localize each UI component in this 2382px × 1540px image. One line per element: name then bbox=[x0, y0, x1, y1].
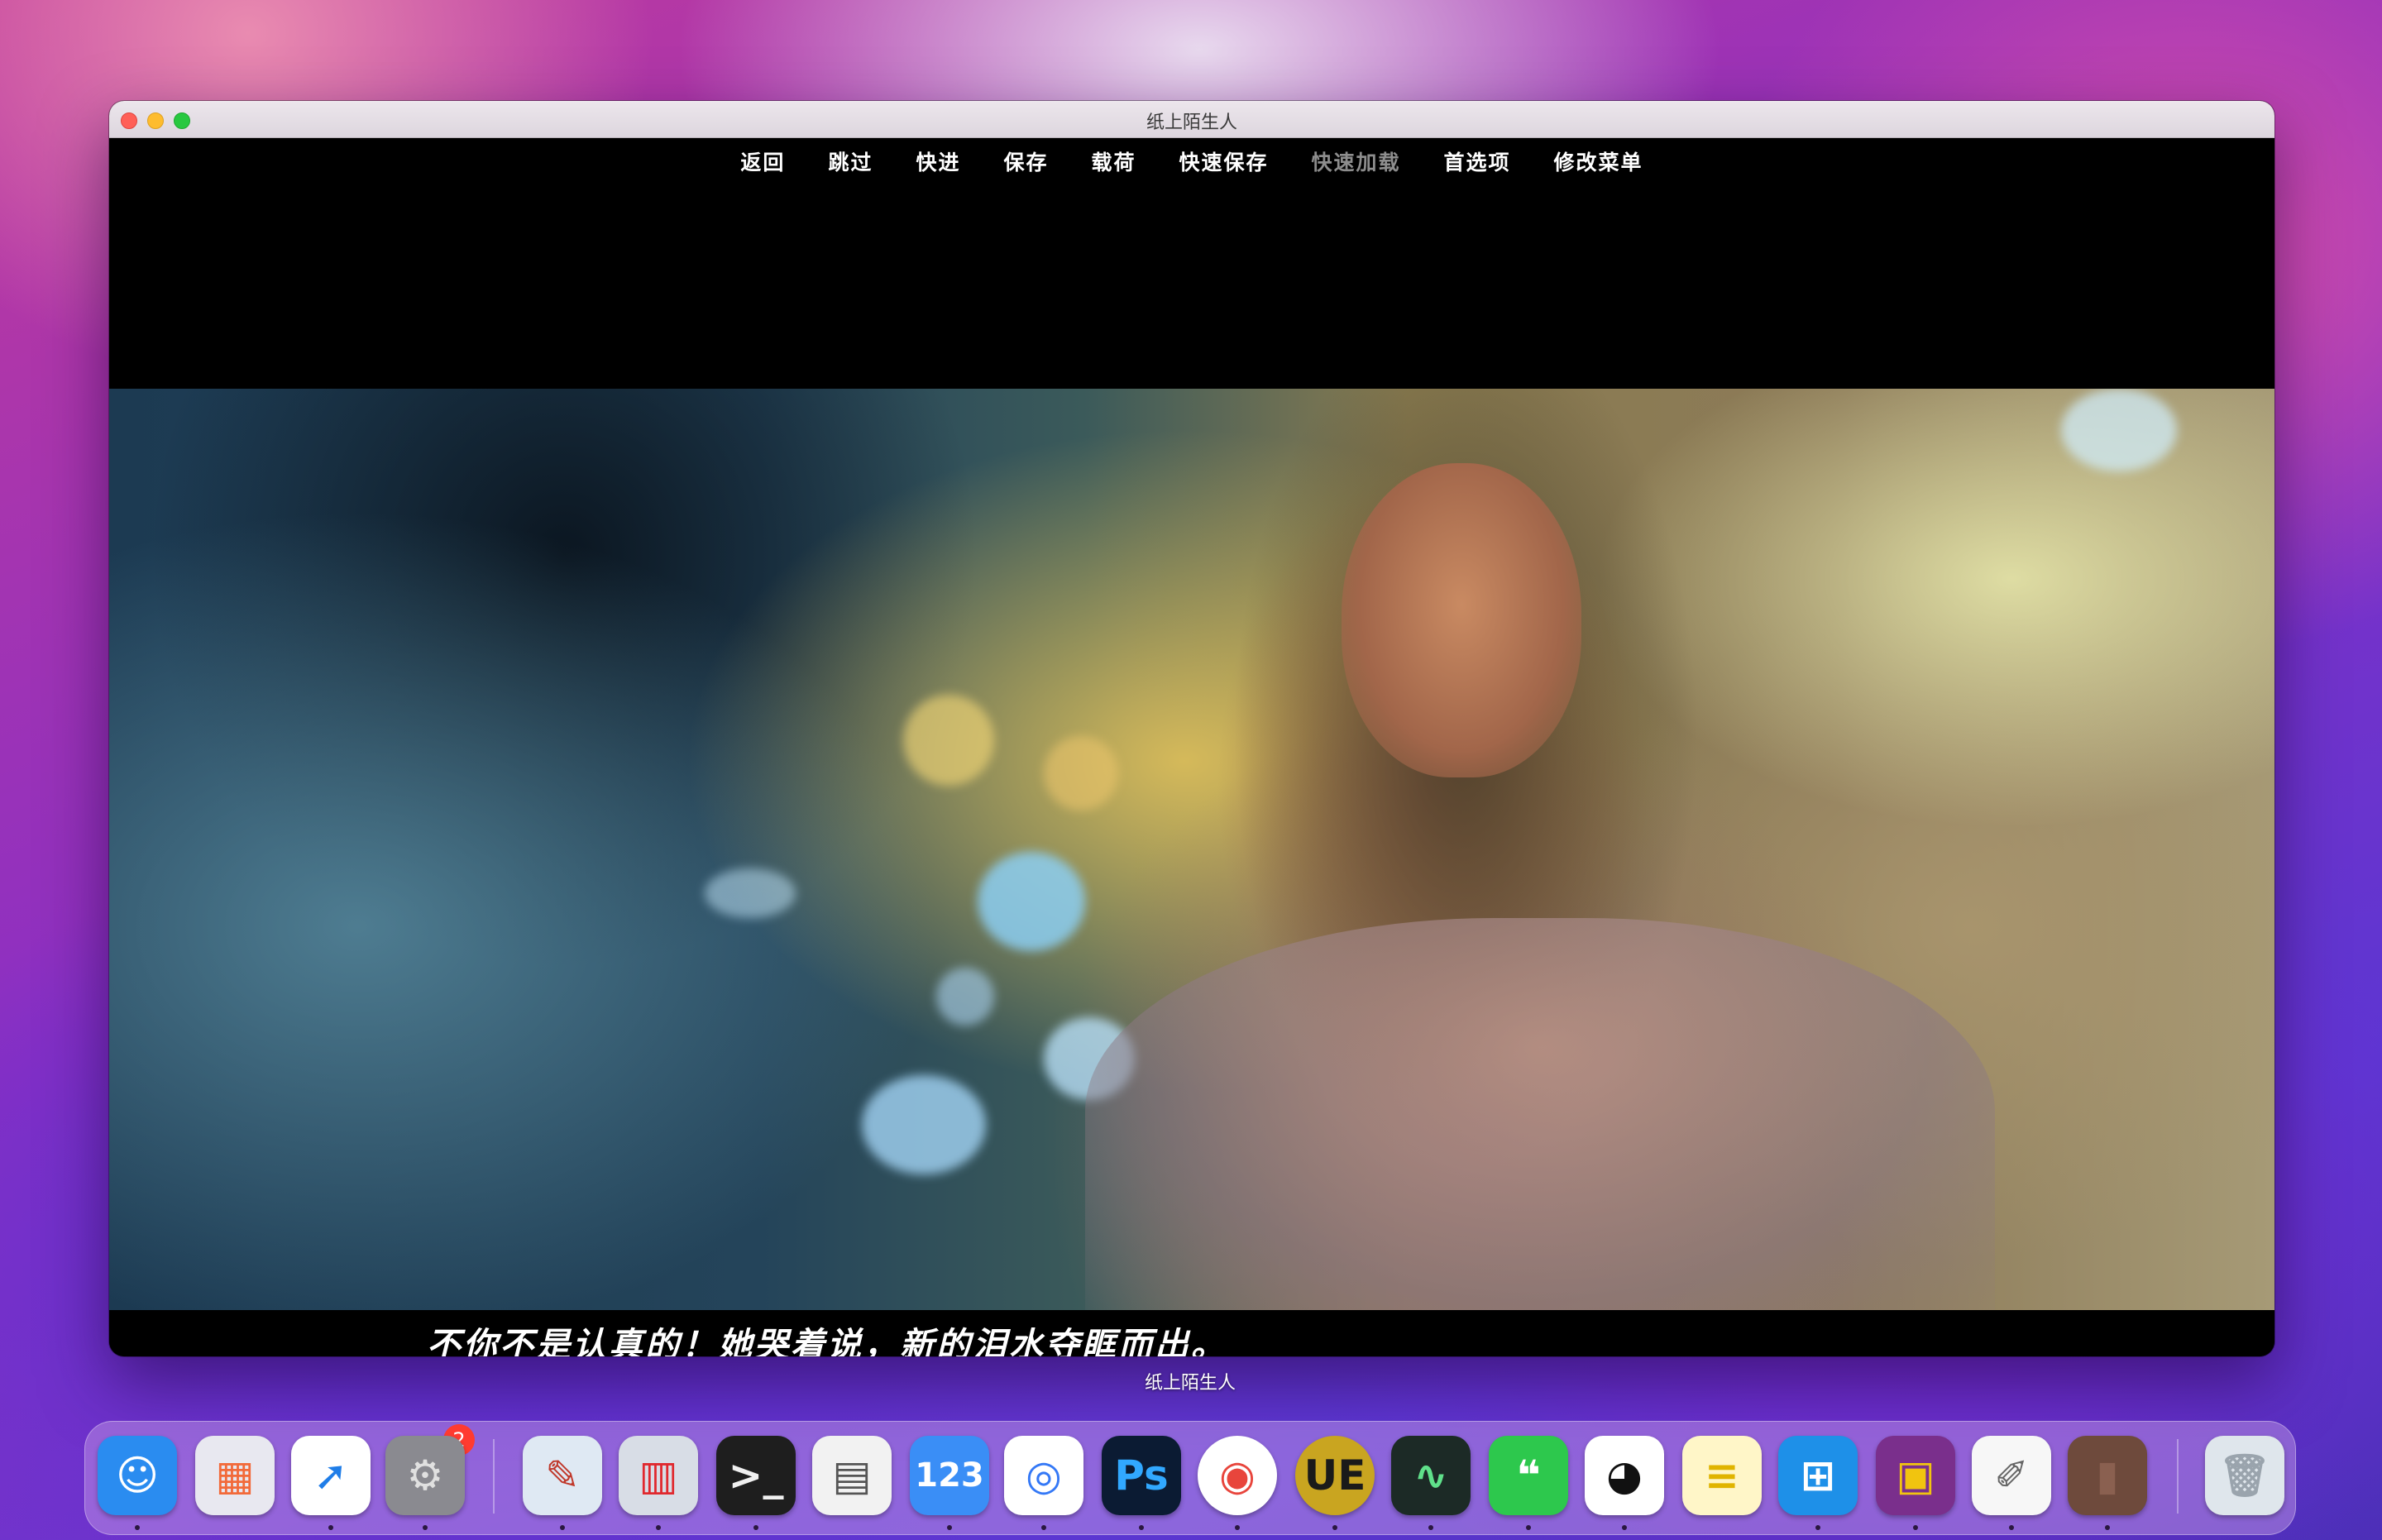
trash-icon[interactable]: 🗑 bbox=[2205, 1436, 2284, 1515]
textedit-icon[interactable]: ✐ bbox=[1972, 1436, 2051, 1515]
photoshop-icon[interactable]: Ps bbox=[1102, 1436, 1181, 1515]
ultraedit-icon[interactable]: UE bbox=[1295, 1436, 1375, 1515]
notes-glyph: ≡ bbox=[1705, 1452, 1739, 1499]
character-face bbox=[1342, 463, 1581, 777]
notebook-glyph: ▮ bbox=[2096, 1452, 2119, 1499]
launchpad-icon[interactable]: ▦ bbox=[195, 1436, 275, 1515]
baidu-netdisk-icon[interactable]: ◎ bbox=[1004, 1436, 1083, 1515]
quick-menu: 返回 跳过 快进 保存 载荷 快速保存 快速加载 首选项 修改菜单 bbox=[109, 146, 2274, 176]
menu-skip[interactable]: 跳过 bbox=[828, 146, 873, 176]
dialogue-text: 不你不是认真的！她哭着说，新的泪水夺眶而出。 bbox=[427, 1325, 1227, 1356]
windows-app-icon[interactable]: ⊞ bbox=[1778, 1436, 1858, 1515]
printer-icon[interactable]: ▤ bbox=[812, 1436, 892, 1515]
parallels-icon[interactable]: ▥ bbox=[619, 1436, 698, 1515]
safari-glyph: ➚ bbox=[313, 1452, 348, 1499]
running-indicator bbox=[1235, 1525, 1240, 1530]
game-content[interactable]: 返回 跳过 快进 保存 载荷 快速保存 快速加载 首选项 修改菜单 不你不是认真… bbox=[109, 138, 2274, 1356]
textedit-glyph: ✐ bbox=[1994, 1452, 2029, 1499]
menu-load[interactable]: 载荷 bbox=[1091, 146, 1136, 176]
wechat-glyph: ❝ bbox=[1516, 1452, 1541, 1499]
game-window: 纸上陌生人 返回 跳过 快进 保存 载荷 快速保存 快速加载 首选项 修改菜单 bbox=[109, 101, 2274, 1356]
running-indicator bbox=[1041, 1525, 1046, 1530]
menu-save[interactable]: 保存 bbox=[1003, 146, 1048, 176]
running-indicator bbox=[1913, 1525, 1918, 1530]
photoshop-glyph: Ps bbox=[1114, 1452, 1169, 1499]
scene-image bbox=[109, 389, 2274, 1310]
running-indicator bbox=[423, 1525, 428, 1530]
running-indicator bbox=[1428, 1525, 1433, 1530]
qq-icon[interactable]: ◕ bbox=[1585, 1436, 1664, 1515]
baidu-netdisk-glyph: ◎ bbox=[1026, 1452, 1062, 1499]
winrar-icon[interactable]: ▣ bbox=[1876, 1436, 1955, 1515]
winrar-glyph: ▣ bbox=[1896, 1452, 1935, 1499]
numbers-icon[interactable]: 123 bbox=[910, 1436, 989, 1515]
running-indicator bbox=[328, 1525, 333, 1530]
menu-edit-menu[interactable]: 修改菜单 bbox=[1554, 146, 1643, 176]
trash-glyph: 🗑 bbox=[2218, 1451, 2271, 1499]
running-indicator bbox=[2105, 1525, 2110, 1530]
running-indicator bbox=[947, 1525, 952, 1530]
chrome-icon[interactable]: ◉ bbox=[1198, 1436, 1277, 1515]
finder-glyph: ☺ bbox=[115, 1452, 160, 1499]
preview-icon[interactable]: ✎ bbox=[523, 1436, 602, 1515]
preview-glyph: ✎ bbox=[545, 1452, 580, 1499]
windows-app-glyph: ⊞ bbox=[1801, 1452, 1835, 1499]
character-body bbox=[1085, 918, 1995, 1310]
running-indicator bbox=[1139, 1525, 1144, 1530]
activity-monitor-glyph: ∿ bbox=[1413, 1452, 1448, 1499]
dock-tooltip: 纸上陌生人 bbox=[1145, 1373, 1236, 1394]
running-indicator bbox=[753, 1525, 758, 1530]
printer-glyph: ▤ bbox=[832, 1452, 872, 1499]
dock-divider bbox=[2177, 1439, 2179, 1514]
launchpad-glyph: ▦ bbox=[215, 1452, 255, 1499]
system-preferences-icon[interactable]: ⚙ bbox=[385, 1436, 465, 1515]
numbers-glyph: 123 bbox=[915, 1456, 984, 1495]
title-bar[interactable]: 纸上陌生人 bbox=[109, 101, 2274, 138]
menu-quick-load[interactable]: 快速加载 bbox=[1312, 146, 1401, 176]
terminal-glyph: >_ bbox=[728, 1452, 784, 1499]
notebook-icon[interactable]: ▮ bbox=[2068, 1436, 2147, 1515]
chrome-glyph: ◉ bbox=[1219, 1452, 1256, 1499]
running-indicator bbox=[2009, 1525, 2014, 1530]
running-indicator bbox=[656, 1525, 661, 1530]
terminal-icon[interactable]: >_ bbox=[716, 1436, 796, 1515]
system-preferences-glyph: ⚙ bbox=[406, 1452, 444, 1499]
window-title: 纸上陌生人 bbox=[1146, 112, 1237, 133]
safari-icon[interactable]: ➚ bbox=[291, 1436, 371, 1515]
finder-icon[interactable]: ☺ bbox=[98, 1436, 177, 1515]
running-indicator bbox=[1622, 1525, 1627, 1530]
parallels-glyph: ▥ bbox=[639, 1452, 678, 1499]
wechat-icon[interactable]: ❝ bbox=[1489, 1436, 1568, 1515]
running-indicator bbox=[135, 1525, 140, 1530]
menu-auto[interactable]: 快进 bbox=[916, 146, 960, 176]
running-indicator bbox=[1815, 1525, 1820, 1530]
running-indicator bbox=[1332, 1525, 1337, 1530]
menu-quick-save[interactable]: 快速保存 bbox=[1179, 146, 1269, 176]
ultraedit-glyph: UE bbox=[1303, 1452, 1366, 1499]
activity-monitor-icon[interactable]: ∿ bbox=[1391, 1436, 1471, 1515]
running-indicator bbox=[1526, 1525, 1531, 1530]
notes-icon[interactable]: ≡ bbox=[1682, 1436, 1762, 1515]
qq-glyph: ◕ bbox=[1606, 1452, 1643, 1499]
running-indicator bbox=[560, 1525, 565, 1530]
menu-back[interactable]: 返回 bbox=[740, 146, 785, 176]
dock-divider bbox=[493, 1439, 495, 1514]
menu-preferences[interactable]: 首选项 bbox=[1444, 146, 1511, 176]
